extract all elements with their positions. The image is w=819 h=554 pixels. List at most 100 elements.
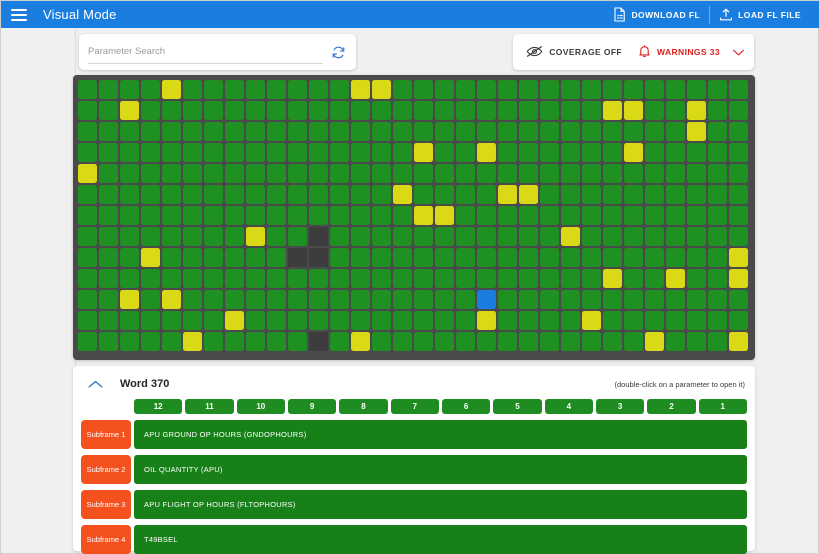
grid-cell-green[interactable] xyxy=(603,290,622,309)
chevron-down-icon[interactable] xyxy=(732,48,745,57)
grid-cell-green[interactable] xyxy=(414,122,433,141)
grid-cell-green[interactable] xyxy=(225,206,244,225)
grid-cell-green[interactable] xyxy=(183,269,202,288)
grid-cell-empty[interactable] xyxy=(309,227,328,246)
grid-cell-green[interactable] xyxy=(120,185,139,204)
grid-cell-green[interactable] xyxy=(435,101,454,120)
grid-cell-green[interactable] xyxy=(120,311,139,330)
grid-cell-green[interactable] xyxy=(645,143,664,162)
grid-cell-warning[interactable] xyxy=(582,311,601,330)
grid-cell-green[interactable] xyxy=(393,206,412,225)
load-fl-file-button[interactable]: LOAD FL FILE xyxy=(710,3,810,26)
grid-cell-green[interactable] xyxy=(729,164,748,183)
grid-cell-green[interactable] xyxy=(729,227,748,246)
subframe-parameter-3[interactable]: APU FLIGHT OP HOURS (FLTOPHOURS) xyxy=(134,490,747,519)
grid-cell-green[interactable] xyxy=(330,164,349,183)
grid-cell-green[interactable] xyxy=(246,80,265,99)
grid-cell-green[interactable] xyxy=(162,311,181,330)
grid-cell-green[interactable] xyxy=(78,185,97,204)
bit-chip-9[interactable]: 9 xyxy=(287,399,337,414)
grid-cell-warning[interactable] xyxy=(624,143,643,162)
grid-cell-green[interactable] xyxy=(120,143,139,162)
grid-cell-warning[interactable] xyxy=(246,227,265,246)
grid-cell-green[interactable] xyxy=(645,185,664,204)
grid-cell-green[interactable] xyxy=(519,122,538,141)
grid-cell-green[interactable] xyxy=(519,143,538,162)
grid-cell-green[interactable] xyxy=(288,227,307,246)
grid-cell-green[interactable] xyxy=(582,332,601,351)
grid-cell-green[interactable] xyxy=(456,290,475,309)
grid-cell-green[interactable] xyxy=(204,164,223,183)
grid-cell-green[interactable] xyxy=(204,311,223,330)
grid-cell-green[interactable] xyxy=(78,248,97,267)
grid-cell-green[interactable] xyxy=(246,101,265,120)
grid-cell-green[interactable] xyxy=(246,332,265,351)
subframe-parameter-4[interactable]: T49BSEL xyxy=(134,525,747,554)
grid-cell-green[interactable] xyxy=(519,269,538,288)
grid-cell-green[interactable] xyxy=(99,80,118,99)
grid-cell-green[interactable] xyxy=(267,248,286,267)
grid-cell-green[interactable] xyxy=(708,164,727,183)
grid-cell-green[interactable] xyxy=(624,122,643,141)
grid-cell-green[interactable] xyxy=(141,122,160,141)
grid-cell-green[interactable] xyxy=(204,80,223,99)
grid-cell-green[interactable] xyxy=(435,80,454,99)
grid-cell-green[interactable] xyxy=(141,332,160,351)
grid-cell-green[interactable] xyxy=(729,206,748,225)
grid-cell-green[interactable] xyxy=(687,248,706,267)
bit-chip-3[interactable]: 3 xyxy=(595,399,645,414)
grid-cell-green[interactable] xyxy=(267,185,286,204)
grid-cell-green[interactable] xyxy=(561,80,580,99)
grid-cell-green[interactable] xyxy=(435,122,454,141)
grid-cell-green[interactable] xyxy=(246,122,265,141)
grid-cell-green[interactable] xyxy=(204,227,223,246)
grid-cell-green[interactable] xyxy=(561,143,580,162)
grid-cell-warning[interactable] xyxy=(414,143,433,162)
grid-cell-warning[interactable] xyxy=(414,206,433,225)
grid-cell-green[interactable] xyxy=(666,290,685,309)
grid-cell-green[interactable] xyxy=(708,185,727,204)
grid-cell-green[interactable] xyxy=(120,206,139,225)
grid-cell-green[interactable] xyxy=(561,122,580,141)
grid-cell-warning[interactable] xyxy=(372,80,391,99)
grid-cell-empty[interactable] xyxy=(309,332,328,351)
grid-cell-green[interactable] xyxy=(267,227,286,246)
grid-cell-warning[interactable] xyxy=(351,80,370,99)
grid-cell-green[interactable] xyxy=(729,311,748,330)
grid-cell-green[interactable] xyxy=(393,227,412,246)
grid-cell-green[interactable] xyxy=(603,311,622,330)
grid-cell-green[interactable] xyxy=(519,206,538,225)
grid-cell-green[interactable] xyxy=(624,185,643,204)
grid-cell-warning[interactable] xyxy=(351,332,370,351)
grid-cell-warning[interactable] xyxy=(477,143,496,162)
grid-cell-green[interactable] xyxy=(183,164,202,183)
grid-cell-green[interactable] xyxy=(498,332,517,351)
grid-cell-green[interactable] xyxy=(288,332,307,351)
grid-cell-green[interactable] xyxy=(729,185,748,204)
grid-cell-green[interactable] xyxy=(519,332,538,351)
grid-cell-green[interactable] xyxy=(498,290,517,309)
grid-cell-green[interactable] xyxy=(78,311,97,330)
grid-cell-green[interactable] xyxy=(309,122,328,141)
grid-cell-green[interactable] xyxy=(498,101,517,120)
grid-cell-green[interactable] xyxy=(435,164,454,183)
grid-cell-warning[interactable] xyxy=(519,185,538,204)
grid-cell-green[interactable] xyxy=(183,248,202,267)
grid-cell-green[interactable] xyxy=(414,101,433,120)
grid-cell-green[interactable] xyxy=(78,227,97,246)
grid-cell-warning[interactable] xyxy=(183,332,202,351)
grid-cell-green[interactable] xyxy=(120,122,139,141)
grid-cell-green[interactable] xyxy=(603,248,622,267)
grid-cell-green[interactable] xyxy=(99,101,118,120)
grid-cell-green[interactable] xyxy=(225,290,244,309)
grid-cell-green[interactable] xyxy=(582,143,601,162)
grid-cell-warning[interactable] xyxy=(225,311,244,330)
grid-cell-green[interactable] xyxy=(99,311,118,330)
grid-cell-green[interactable] xyxy=(498,122,517,141)
bit-chip-10[interactable]: 10 xyxy=(236,399,285,414)
grid-cell-green[interactable] xyxy=(309,101,328,120)
grid-cell-green[interactable] xyxy=(372,311,391,330)
grid-cell-green[interactable] xyxy=(288,122,307,141)
bit-chip-2[interactable]: 2 xyxy=(647,399,696,414)
grid-cell-green[interactable] xyxy=(624,206,643,225)
